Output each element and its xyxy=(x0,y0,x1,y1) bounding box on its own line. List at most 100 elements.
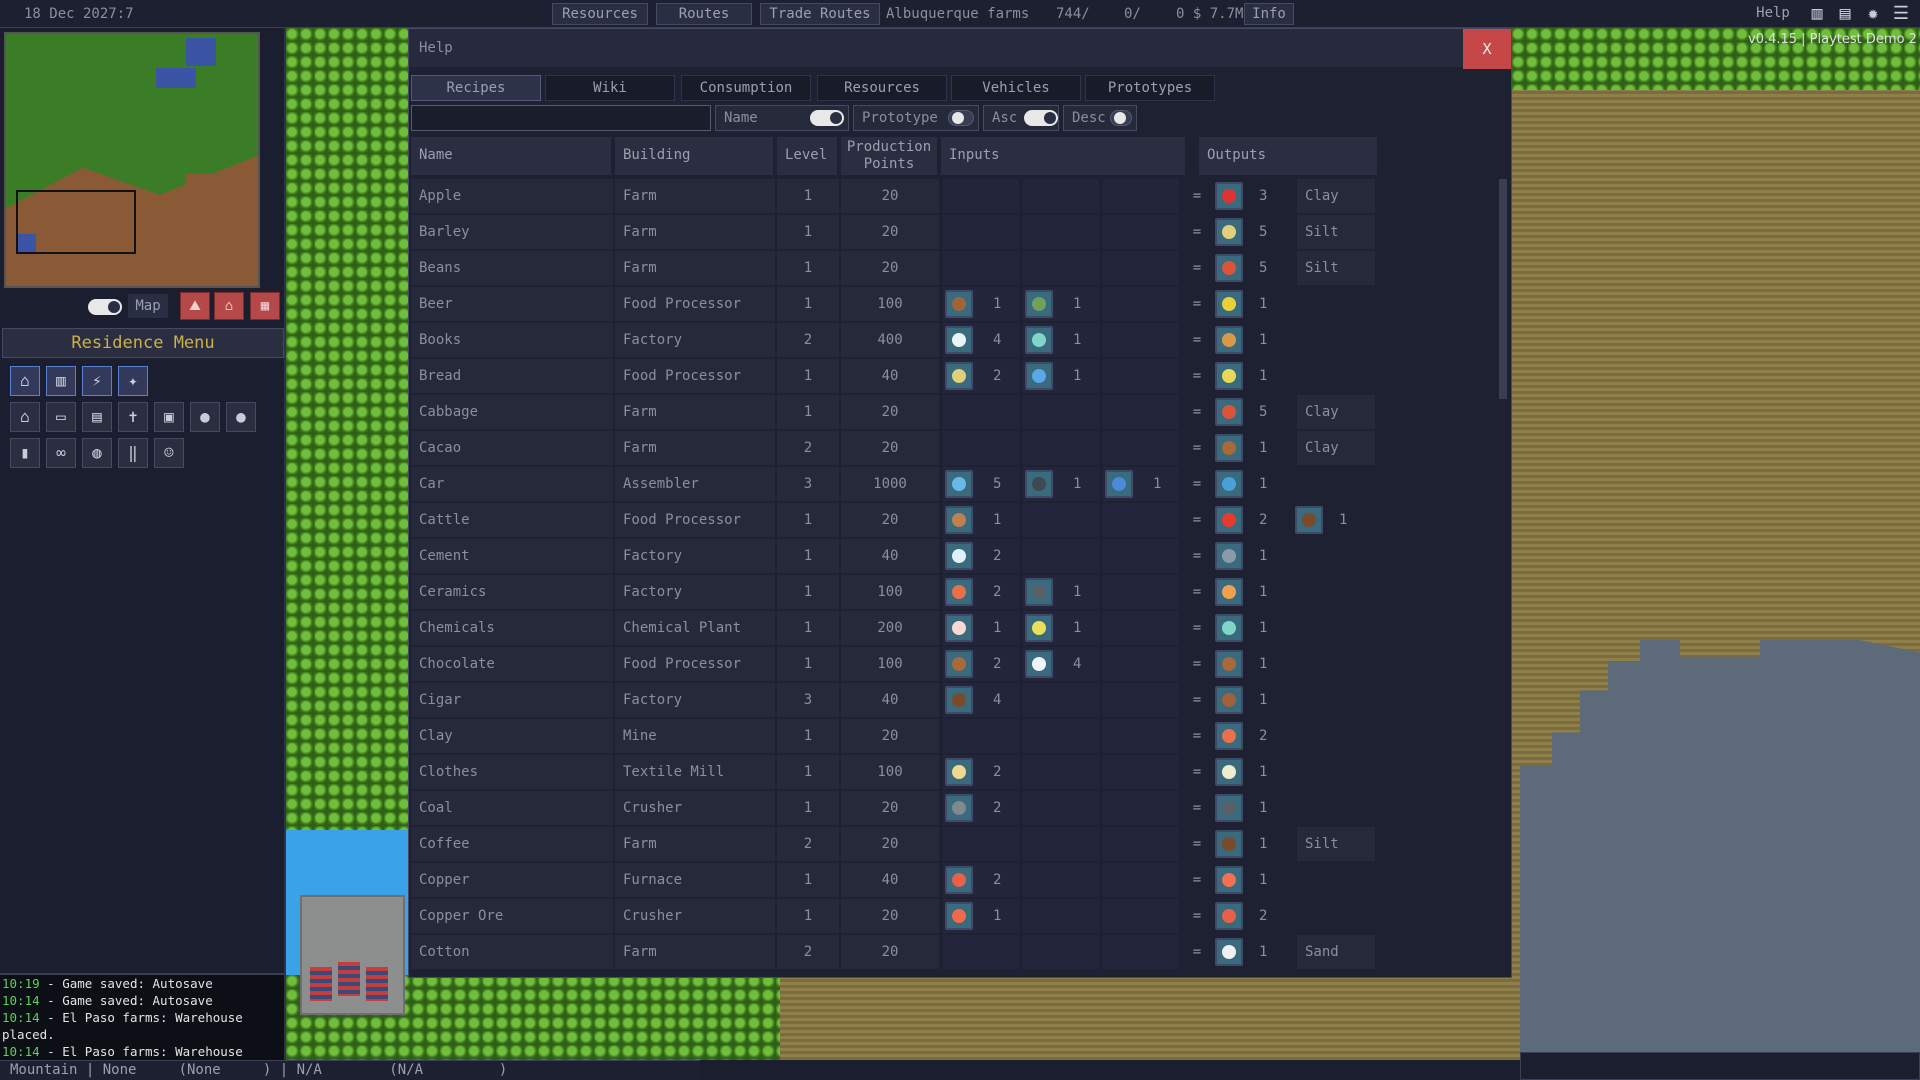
sort-name-filter[interactable]: Name xyxy=(715,105,849,131)
shop-icon[interactable]: ▭ xyxy=(46,402,76,432)
book-icon[interactable]: ▥ xyxy=(1806,4,1828,24)
sort-asc-filter[interactable]: Asc xyxy=(983,105,1059,131)
routes-button[interactable]: Routes xyxy=(656,3,752,25)
table-row[interactable]: Chocolate Food Processor 1 100 2 4 = 1 xyxy=(409,647,1509,681)
sulfur-icon[interactable] xyxy=(1025,614,1053,642)
residence-icon[interactable]: ⌂ xyxy=(10,366,40,396)
limestone-icon[interactable] xyxy=(945,542,973,570)
cotton-icon[interactable] xyxy=(1215,938,1243,966)
mask-icon[interactable]: ∞ xyxy=(46,438,76,468)
build-tool-icon[interactable]: ⌂ xyxy=(214,292,244,320)
table-row[interactable]: Clothes Textile Mill 1 100 2 = 1 xyxy=(409,755,1509,789)
table-row[interactable]: Apple Farm 1 20 = 3 Clay xyxy=(409,179,1509,213)
table-row[interactable]: Cabbage Farm 1 20 = 5 Clay xyxy=(409,395,1509,429)
prototype-filter[interactable]: Prototype xyxy=(853,105,979,131)
table-row[interactable]: Coffee Farm 2 20 = 1 Silt xyxy=(409,827,1509,861)
table-row[interactable]: Barley Farm 1 20 = 5 Silt xyxy=(409,215,1509,249)
chemicals-icon[interactable] xyxy=(1025,326,1053,354)
coal-ore-icon[interactable] xyxy=(945,794,973,822)
barley-icon[interactable] xyxy=(945,362,973,390)
power-icon[interactable]: ⚡ xyxy=(82,366,112,396)
hops-icon[interactable] xyxy=(1025,290,1053,318)
apple-icon[interactable]: ● xyxy=(226,402,256,432)
steel-icon[interactable] xyxy=(945,470,973,498)
zone-tool-icon[interactable]: ▦ xyxy=(250,292,280,320)
water-icon[interactable] xyxy=(1025,362,1053,390)
column-header-points[interactable]: Production Points xyxy=(841,137,939,175)
table-row[interactable]: Bread Food Processor 1 40 2 1 = 1 xyxy=(409,359,1509,393)
resources-button[interactable]: Resources xyxy=(552,3,648,25)
tab-resources[interactable]: Resources xyxy=(817,75,947,101)
prototype-toggle[interactable] xyxy=(948,110,974,126)
church-icon[interactable]: ✝ xyxy=(118,402,148,432)
scrollbar[interactable] xyxy=(1499,179,1507,399)
cement-icon[interactable] xyxy=(1215,542,1243,570)
chemicals-icon[interactable] xyxy=(1215,614,1243,642)
map-toggle[interactable] xyxy=(88,299,122,315)
parts-icon[interactable] xyxy=(1105,470,1133,498)
gear-icon[interactable]: ✹ xyxy=(1862,4,1884,24)
help-button[interactable]: Help xyxy=(1748,3,1798,25)
column-header-name[interactable]: Name xyxy=(411,137,613,175)
salt-icon[interactable] xyxy=(945,614,973,642)
table-row[interactable]: Ceramics Factory 1 100 2 1 = 1 xyxy=(409,575,1509,609)
school-icon[interactable]: ▣ xyxy=(154,402,184,432)
cigar-icon[interactable] xyxy=(1215,686,1243,714)
cow-icon[interactable] xyxy=(945,506,973,534)
tab-consumption[interactable]: Consumption xyxy=(681,75,811,101)
asc-toggle[interactable] xyxy=(1024,110,1058,126)
coal-icon[interactable] xyxy=(1025,578,1053,606)
table-row[interactable]: Cacao Farm 2 20 = 1 Clay xyxy=(409,431,1509,465)
barley-malt-icon[interactable] xyxy=(945,290,973,318)
network-icon[interactable]: ✦ xyxy=(118,366,148,396)
factory-icon[interactable]: ▥ xyxy=(46,366,76,396)
table-row[interactable]: Car Assembler 3 1000 5 1 1 = 1 xyxy=(409,467,1509,501)
cabbage-icon[interactable] xyxy=(1215,398,1243,426)
fabric-icon[interactable] xyxy=(945,758,973,786)
bread-icon[interactable] xyxy=(1215,362,1243,390)
face-icon[interactable]: ☺ xyxy=(154,438,184,468)
table-row[interactable]: Clay Mine 1 20 = 2 xyxy=(409,719,1509,753)
house-icon[interactable]: ⌂ xyxy=(10,402,40,432)
chocolate-icon[interactable] xyxy=(1215,650,1243,678)
map-label[interactable]: Map xyxy=(128,294,168,318)
table-row[interactable]: Copper Furnace 1 40 2 = 1 xyxy=(409,863,1509,897)
info-button[interactable]: Info xyxy=(1244,3,1294,25)
table-row[interactable]: Chemicals Chemical Plant 1 200 1 1 = 1 xyxy=(409,611,1509,645)
lock-icon[interactable]: ▮ xyxy=(10,438,40,468)
minimap-viewport[interactable] xyxy=(16,190,136,254)
copper-ore-icon[interactable] xyxy=(1215,902,1243,930)
coal-icon[interactable] xyxy=(1215,794,1243,822)
table-row[interactable]: Beer Food Processor 1 100 1 1 = 1 xyxy=(409,287,1509,321)
tab-recipes[interactable]: Recipes xyxy=(411,75,541,101)
trade-routes-button[interactable]: Trade Routes xyxy=(760,3,880,25)
terrain-tool-icon[interactable]: ⛰ xyxy=(180,292,210,320)
table-row[interactable]: Books Factory 2 400 4 1 = 1 xyxy=(409,323,1509,357)
column-header-building[interactable]: Building xyxy=(615,137,775,175)
clay-icon[interactable] xyxy=(1215,722,1243,750)
desc-toggle[interactable] xyxy=(1110,110,1132,126)
name-toggle[interactable] xyxy=(810,110,844,126)
sugar-icon[interactable] xyxy=(1025,650,1053,678)
table-row[interactable]: Beans Farm 1 20 = 5 Silt xyxy=(409,251,1509,285)
column-header-level[interactable]: Level xyxy=(777,137,839,175)
beans-icon[interactable] xyxy=(1215,254,1243,282)
beer-icon[interactable] xyxy=(1215,290,1243,318)
copper-rock-icon[interactable] xyxy=(945,902,973,930)
meat-icon[interactable] xyxy=(1215,506,1243,534)
tab-wiki[interactable]: Wiki xyxy=(545,75,675,101)
book-icon[interactable] xyxy=(1215,326,1243,354)
minimap[interactable] xyxy=(4,32,260,288)
paper-icon[interactable] xyxy=(945,326,973,354)
town-buildings[interactable] xyxy=(300,895,405,1015)
apple-icon[interactable] xyxy=(1215,182,1243,210)
car-icon[interactable] xyxy=(1215,470,1243,498)
ceramics-icon[interactable] xyxy=(1215,578,1243,606)
circle-icon[interactable]: ● xyxy=(190,402,220,432)
clay-icon[interactable] xyxy=(945,578,973,606)
table-row[interactable]: Cement Factory 1 40 2 = 1 xyxy=(409,539,1509,573)
sports-ball-icon[interactable]: ◍ xyxy=(82,438,112,468)
tire-icon[interactable] xyxy=(1025,470,1053,498)
tab-prototypes[interactable]: Prototypes xyxy=(1085,75,1215,101)
table-row[interactable]: Coal Crusher 1 20 2 = 1 xyxy=(409,791,1509,825)
